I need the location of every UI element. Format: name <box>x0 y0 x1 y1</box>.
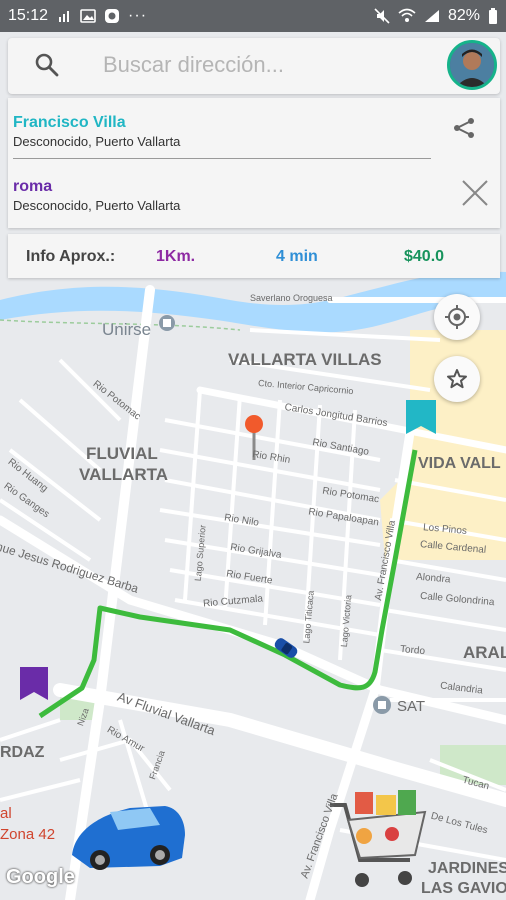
wifi-icon <box>398 8 416 22</box>
status-time: 15:12 <box>8 7 49 24</box>
cell-signal-icon <box>424 10 439 22</box>
status-bar: 15:12 ··· 82% <box>0 0 506 32</box>
poi-sat-icon <box>373 696 391 714</box>
close-icon[interactable] <box>460 178 490 208</box>
poi-unirse-icon <box>159 315 175 331</box>
area-label: ARAL <box>463 643 506 662</box>
area-label: VALLARTA VILLAS <box>228 350 382 369</box>
origin-detail: Desconocido, Puerto Vallarta <box>13 134 181 149</box>
favorites-button[interactable] <box>434 356 480 402</box>
area-label: FLUVIAL <box>86 444 158 463</box>
area-label: JARDINES <box>428 860 506 877</box>
area-label: VALLARTA <box>79 465 169 484</box>
trip-info-label: Info Aprox.: <box>26 248 116 265</box>
area-label: SAT <box>397 698 426 715</box>
my-location-button[interactable] <box>434 294 480 340</box>
street-label: Tordo <box>399 643 426 658</box>
search-input[interactable] <box>103 50 433 80</box>
more-icon: ··· <box>128 7 148 24</box>
mute-icon <box>374 8 390 24</box>
trip-distance: 1Km. <box>156 248 196 265</box>
area-label: Zona 42 <box>0 826 56 843</box>
image-icon <box>80 9 96 23</box>
area-label: Unirse <box>102 320 152 339</box>
destination-detail: Desconocido, Puerto Vallarta <box>13 198 181 213</box>
battery-icon <box>489 8 497 24</box>
area-label: al <box>0 805 12 822</box>
avatar-photo <box>450 43 494 87</box>
search-bar <box>8 38 500 94</box>
crosshair-icon <box>445 305 469 329</box>
search-icon[interactable] <box>34 52 60 78</box>
route-panel: Francisco Villa Desconocido, Puerto Vall… <box>8 98 500 228</box>
trip-price: $40.0 <box>404 248 445 265</box>
app-icon <box>105 9 120 23</box>
google-logo: Google <box>6 866 75 888</box>
area-label: LAS GAVIO <box>421 880 506 897</box>
signal-icon <box>59 11 70 22</box>
area-label: RDAZ <box>0 744 45 761</box>
star-icon <box>447 369 467 389</box>
battery-text: 82% <box>447 7 480 24</box>
status-icons-right: 82% <box>374 7 498 25</box>
destination-name[interactable]: roma <box>13 178 52 196</box>
avatar[interactable] <box>447 40 497 90</box>
trip-time: 4 min <box>276 248 318 265</box>
status-icons-left: ··· <box>58 7 147 25</box>
trip-info-bar: Info Aprox.: 1Km. 4 min $40.0 <box>8 234 500 278</box>
street-label: Saverlano Oroguesa <box>250 293 333 303</box>
area-label: VIDA VALL <box>418 455 501 472</box>
origin-name[interactable]: Francisco Villa <box>13 114 126 132</box>
share-icon[interactable] <box>452 116 476 140</box>
route-divider <box>13 158 431 159</box>
